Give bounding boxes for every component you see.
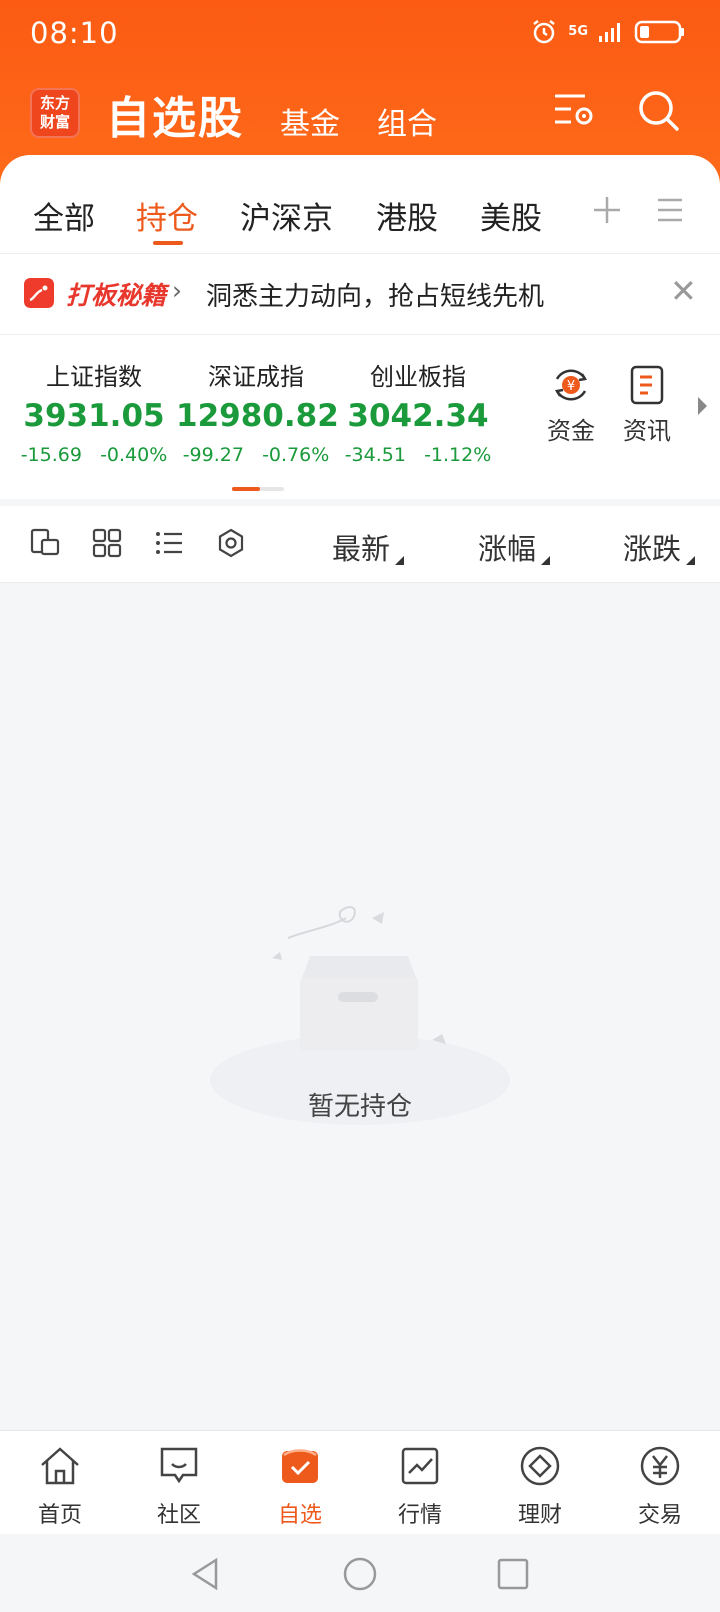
index-name: 创业板指 <box>370 363 466 391</box>
portfolio-link[interactable]: 组合 <box>377 99 437 143</box>
nav-label: 首页 <box>37 1503 82 1528</box>
home-icon <box>41 1447 79 1485</box>
settings-icon[interactable] <box>216 528 246 558</box>
nav-label: 交易 <box>637 1503 682 1528</box>
yuan-cycle-icon: ¥ <box>554 369 588 401</box>
nav-community[interactable]: 社区 <box>134 1445 224 1529</box>
signal-icon <box>599 23 620 42</box>
sort-change[interactable]: 涨跌 <box>623 526 696 568</box>
back-icon[interactable] <box>188 1556 222 1592</box>
card-view-icon[interactable] <box>30 528 60 558</box>
tab-hk[interactable]: 港股 <box>376 193 438 238</box>
stock-tabs: 全部 持仓 沪深京 港股 美股 <box>0 155 720 253</box>
index-change: -34.51 -1.12% <box>344 444 492 466</box>
system-nav-bar <box>0 1534 720 1612</box>
nav-label: 理财 <box>517 1503 562 1528</box>
checkbox-icon <box>282 1449 318 1483</box>
nav-market[interactable]: 行情 <box>375 1445 465 1529</box>
promo-brand: 打板秘籍 <box>66 281 167 310</box>
title-row: 东方 财富 自选股 基金 组合 <box>0 78 720 148</box>
svg-text:¥: ¥ <box>567 379 575 394</box>
close-icon[interactable]: ✕ <box>670 272 697 310</box>
document-icon <box>630 365 664 405</box>
grid-view-icon[interactable] <box>92 528 122 558</box>
settings-menu-icon[interactable] <box>552 88 596 132</box>
tab-holdings[interactable]: 持仓 <box>136 193 198 238</box>
sort-change-percent[interactable]: 涨幅 <box>478 526 551 568</box>
list-toolbar: 最新 涨幅 涨跌 <box>0 506 720 583</box>
index-value: 3931.05 <box>23 398 165 434</box>
market-indices: 上证指数 3931.05 -15.69 -0.40% 深证成指 12980.82… <box>0 334 720 499</box>
list-view-icon[interactable] <box>154 528 184 558</box>
bottom-nav: 首页 社区 自选 行情 理财 交易 <box>0 1430 720 1535</box>
empty-state-text: 暂无持仓 <box>307 1092 412 1122</box>
trend-chart-icon <box>401 1447 439 1485</box>
index-value: 3042.34 <box>347 398 489 434</box>
fund-link[interactable]: 基金 <box>280 99 340 143</box>
nav-label: 行情 <box>397 1503 442 1528</box>
nav-watchlist[interactable]: 自选 <box>255 1445 345 1529</box>
index-change: -99.27 -0.76% <box>182 444 330 466</box>
index-card[interactable]: 深证成指 12980.82 -99.27 -0.76% <box>176 357 339 466</box>
status-time: 08:10 <box>30 16 119 50</box>
nav-trade[interactable]: 交易 <box>615 1445 705 1529</box>
alarm-icon <box>533 20 556 44</box>
tab-all[interactable]: 全部 <box>33 193 95 238</box>
app-logo: 东方 财富 <box>30 88 80 138</box>
nav-home[interactable]: 首页 <box>15 1445 105 1529</box>
sort-latest[interactable]: 最新 <box>332 526 405 568</box>
scroll-right-icon[interactable] <box>696 395 710 417</box>
network-label: 5G <box>568 24 588 39</box>
quick-action-label: 资金 <box>547 417 595 445</box>
promo-icon <box>24 278 54 308</box>
diamond-icon <box>520 1446 560 1486</box>
index-name: 深证成指 <box>208 363 304 391</box>
nav-label: 社区 <box>156 1503 201 1528</box>
index-change: -15.69 -0.40% <box>20 444 168 466</box>
index-name: 上证指数 <box>46 363 142 391</box>
home-button-icon[interactable] <box>342 1556 378 1592</box>
tab-us[interactable]: 美股 <box>480 193 542 238</box>
search-icon[interactable] <box>636 88 682 134</box>
nav-label: 自选 <box>277 1503 322 1528</box>
yuan-circle-icon <box>640 1446 680 1486</box>
quick-action-news[interactable]: 资讯 <box>612 365 682 446</box>
promo-banner[interactable]: 打板秘籍 › 洞悉主力动向，抢占短线先机 ✕ <box>0 254 720 334</box>
index-card[interactable]: 上证指数 3931.05 -15.69 -0.40% <box>14 357 174 466</box>
recents-icon[interactable] <box>496 1557 530 1591</box>
active-tab-indicator <box>153 241 183 245</box>
nav-wealth[interactable]: 理财 <box>495 1445 585 1529</box>
index-value: 12980.82 <box>176 398 339 434</box>
battery-icon <box>634 20 684 44</box>
tab-shanghai-shenzhen[interactable]: 沪深京 <box>240 193 333 238</box>
quick-action-funds[interactable]: ¥ 资金 <box>536 365 606 446</box>
menu-icon[interactable] <box>656 197 684 223</box>
page-title: 自选股 <box>106 93 244 144</box>
status-bar: 08:10 5G <box>0 0 720 70</box>
promo-message: 洞悉主力动向，抢占短线先机 <box>206 282 545 312</box>
add-icon[interactable] <box>592 195 622 225</box>
quick-action-label: 资讯 <box>623 417 671 445</box>
chevron-right-icon: › <box>172 276 182 305</box>
indices-pager <box>232 487 284 491</box>
index-card[interactable]: 创业板指 3042.34 -34.51 -1.12% <box>338 357 498 466</box>
chat-icon <box>160 1447 198 1484</box>
status-icons: 5G <box>530 18 686 46</box>
